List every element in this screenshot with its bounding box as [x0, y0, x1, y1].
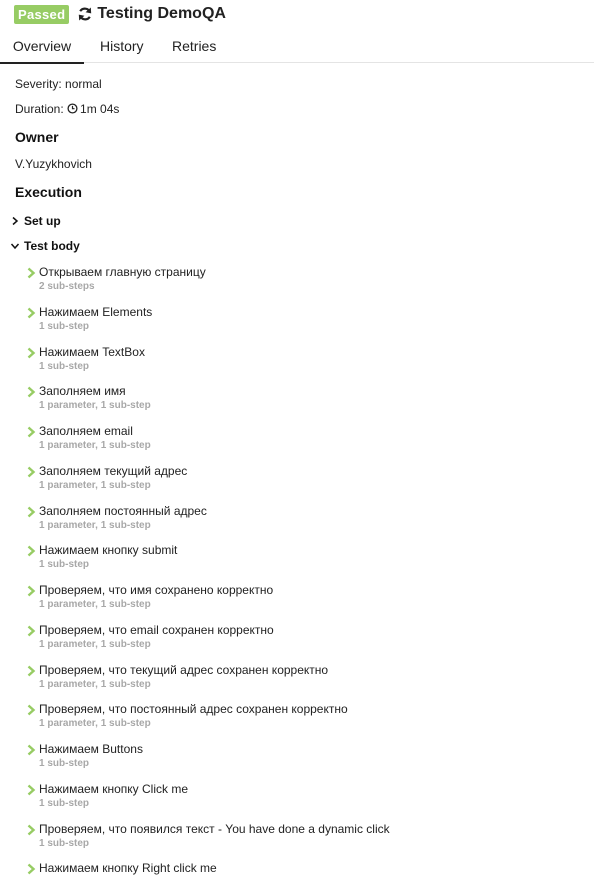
step-name: Нажимаем TextBox: [39, 345, 145, 359]
step-name: Проверяем, что email сохранен корректно: [39, 623, 274, 637]
test-body-label: Test body: [24, 239, 80, 253]
step-meta: 1 parameter, 1 sub-step: [39, 718, 151, 729]
tab-retries[interactable]: Retries: [172, 32, 216, 62]
step-meta: 1 parameter, 1 sub-step: [39, 400, 151, 411]
step-meta: 1 parameter, 1 sub-step: [39, 520, 151, 531]
step-item[interactable]: Нажимаем TextBox 1 sub-step: [27, 345, 587, 379]
step-expand-icon: [27, 385, 36, 398]
step-meta: 1 sub-step: [39, 798, 90, 809]
step-expand-icon: [27, 584, 36, 597]
step-item[interactable]: Нажимаем Elements 1 sub-step: [27, 305, 587, 339]
step-expand-icon: [27, 306, 36, 319]
step-name: Нажимаем кнопку Click me: [39, 782, 189, 796]
step-name: Проверяем, что имя сохранено корректно: [39, 583, 274, 597]
clock-icon: [67, 103, 78, 117]
step-item[interactable]: Проверяем, что имя сохранено корректно 1 …: [27, 583, 587, 617]
step-expand-icon: [27, 743, 36, 756]
step-expand-icon: [27, 703, 36, 716]
step-meta: 1 sub-step: [39, 321, 90, 332]
tab-history[interactable]: History: [100, 32, 144, 62]
owner-heading: Owner: [15, 129, 59, 145]
duration-value: 1m 04s: [80, 102, 120, 116]
step-item[interactable]: Нажимаем кнопку submit 1 sub-step: [27, 543, 587, 577]
step-name: Проверяем, что постоянный адрес сохранен…: [39, 702, 348, 716]
step-meta: 1 parameter, 1 sub-step: [39, 480, 151, 491]
step-expand-icon: [27, 505, 36, 518]
step-item[interactable]: Нажимаем кнопку Right click me: [27, 861, 587, 895]
step-item[interactable]: Открываем главную страницу 2 sub-steps: [27, 265, 587, 299]
step-meta: 1 sub-step: [39, 838, 90, 849]
step-item[interactable]: Заполняем постоянный адрес 1 parameter, 1…: [27, 504, 587, 538]
step-item[interactable]: Заполняем email 1 parameter, 1 sub-step: [27, 424, 587, 458]
refresh-icon[interactable]: [77, 6, 93, 22]
step-expand-icon: [27, 823, 36, 836]
step-name: Нажимаем кнопку submit: [39, 543, 178, 557]
tab-bar: Overview History Retries: [0, 32, 594, 64]
step-name: Нажимаем Buttons: [39, 742, 143, 756]
step-name: Проверяем, что текущий адрес сохранен ко…: [39, 663, 329, 677]
step-item[interactable]: Заполняем текущий адрес 1 parameter, 1 su…: [27, 464, 587, 498]
step-name: Заполняем текущий адрес: [39, 464, 188, 478]
owner-name: V.Yuzykhovich: [15, 157, 92, 171]
chevron-down-icon: [10, 241, 20, 251]
page-title: Testing DemoQA: [97, 5, 226, 22]
step-meta: 1 sub-step: [39, 758, 90, 769]
duration-row: Duration: 1m 04s: [15, 102, 119, 117]
severity-text: Severity: normal: [15, 77, 102, 91]
step-name: Открываем главную страницу: [39, 265, 206, 279]
step-name: Нажимаем Elements: [39, 305, 153, 319]
step-meta: 1 parameter, 1 sub-step: [39, 639, 151, 650]
step-meta: 1 parameter, 1 sub-step: [39, 599, 151, 610]
step-name: Нажимаем кнопку Right click me: [39, 861, 217, 875]
step-name: Заполняем email: [39, 424, 133, 438]
chevron-right-icon: [10, 216, 20, 226]
step-name: Проверяем, что появился текст - You have…: [39, 822, 390, 836]
step-item[interactable]: Заполняем имя 1 parameter, 1 sub-step: [27, 384, 587, 418]
step-expand-icon: [27, 664, 36, 677]
step-item[interactable]: Проверяем, что email сохранен корректно 1…: [27, 623, 587, 657]
step-expand-icon: [27, 783, 36, 796]
step-expand-icon: [27, 465, 36, 478]
step-expand-icon: [27, 624, 36, 637]
test-header: Passed Testing DemoQA: [14, 4, 226, 24]
step-expand-icon: [27, 425, 36, 438]
step-expand-icon: [27, 862, 36, 875]
step-item[interactable]: Нажимаем Buttons 1 sub-step: [27, 742, 587, 776]
step-expand-icon: [27, 346, 36, 359]
step-expand-icon: [27, 266, 36, 279]
step-item[interactable]: Проверяем, что появился текст - You have…: [27, 822, 587, 856]
step-meta: 1 sub-step: [39, 559, 90, 570]
execution-heading: Execution: [15, 184, 82, 200]
step-meta: 1 parameter, 1 sub-step: [39, 440, 151, 451]
status-badge: Passed: [14, 4, 70, 24]
step-meta: 1 parameter, 1 sub-step: [39, 679, 151, 690]
step-item[interactable]: Проверяем, что постоянный адрес сохранен…: [27, 702, 587, 736]
step-name: Заполняем постоянный адрес: [39, 504, 207, 518]
step-name: Заполняем имя: [39, 384, 126, 398]
tab-overview[interactable]: Overview: [0, 32, 84, 64]
setup-label: Set up: [24, 214, 61, 228]
step-item[interactable]: Проверяем, что текущий адрес сохранен ко…: [27, 663, 587, 697]
step-meta: 2 sub-steps: [39, 281, 95, 292]
step-expand-icon: [27, 544, 36, 557]
step-item[interactable]: Нажимаем кнопку Click me 1 sub-step: [27, 782, 587, 816]
duration-label: Duration:: [15, 102, 64, 116]
test-body-group[interactable]: Test body: [10, 239, 80, 253]
step-meta: 1 sub-step: [39, 361, 90, 372]
setup-group[interactable]: Set up: [10, 214, 61, 228]
